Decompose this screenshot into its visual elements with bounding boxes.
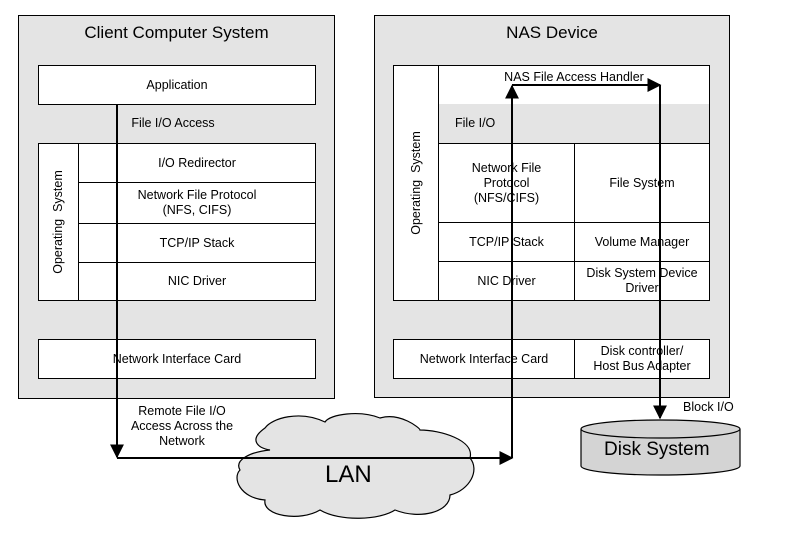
lan-label: LAN (325, 461, 372, 488)
diagram-overlay (110, 78, 741, 519)
disk-system-label: Disk System (604, 439, 710, 460)
